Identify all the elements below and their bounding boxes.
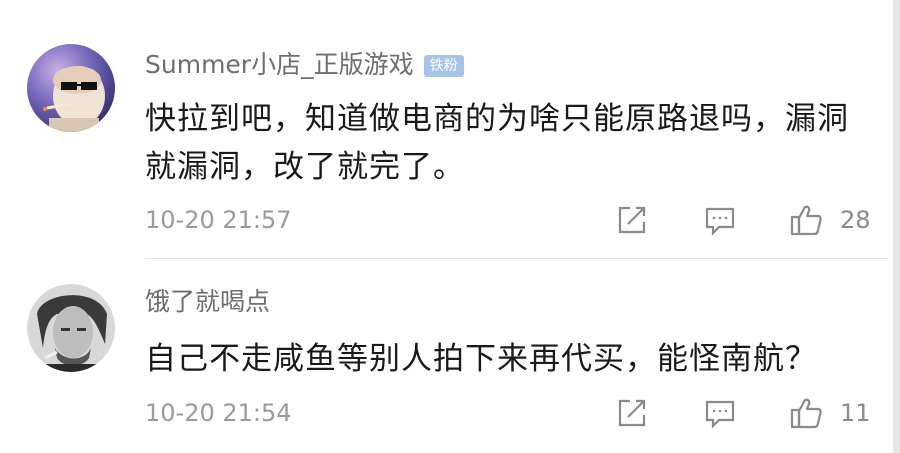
- divider: [145, 258, 888, 259]
- comment-text: 快拉到吧，知道做电商的为啥只能原路退吗，漏洞就漏洞，改了就完了。: [145, 101, 849, 185]
- scrollbar[interactable]: [893, 0, 900, 453]
- share-icon[interactable]: [614, 202, 650, 238]
- username[interactable]: Summer小店_正版游戏 铁粉: [145, 50, 464, 80]
- avatar[interactable]: [27, 284, 115, 372]
- comment-icon[interactable]: [702, 395, 738, 431]
- share-icon[interactable]: [614, 395, 650, 431]
- thumbs-up-icon[interactable]: [788, 202, 824, 238]
- like-count: 28: [840, 206, 871, 234]
- comment-time: 10-20 21:54: [145, 399, 292, 427]
- avatar[interactable]: [27, 44, 115, 132]
- comment-item: 饿了就喝点 自己不走咸鱼等别人拍下来再代买，能怪南航？ 10-20 21:54 …: [0, 260, 890, 453]
- like-count: 11: [840, 399, 871, 427]
- comment-icon[interactable]: [702, 202, 738, 238]
- comment-item: Summer小店_正版游戏 铁粉 快拉到吧，知道做电商的为啥只能原路退吗，漏洞就漏…: [0, 0, 890, 258]
- comment-time: 10-20 21:57: [145, 206, 292, 234]
- username[interactable]: 饿了就喝点: [145, 287, 270, 317]
- comment-text: 自己不走咸鱼等别人拍下来再代买，能怪南航？: [145, 341, 817, 377]
- thumbs-up-icon[interactable]: [788, 395, 824, 431]
- fan-badge: 铁粉: [423, 55, 464, 77]
- username-text[interactable]: Summer小店_正版游戏: [145, 50, 414, 79]
